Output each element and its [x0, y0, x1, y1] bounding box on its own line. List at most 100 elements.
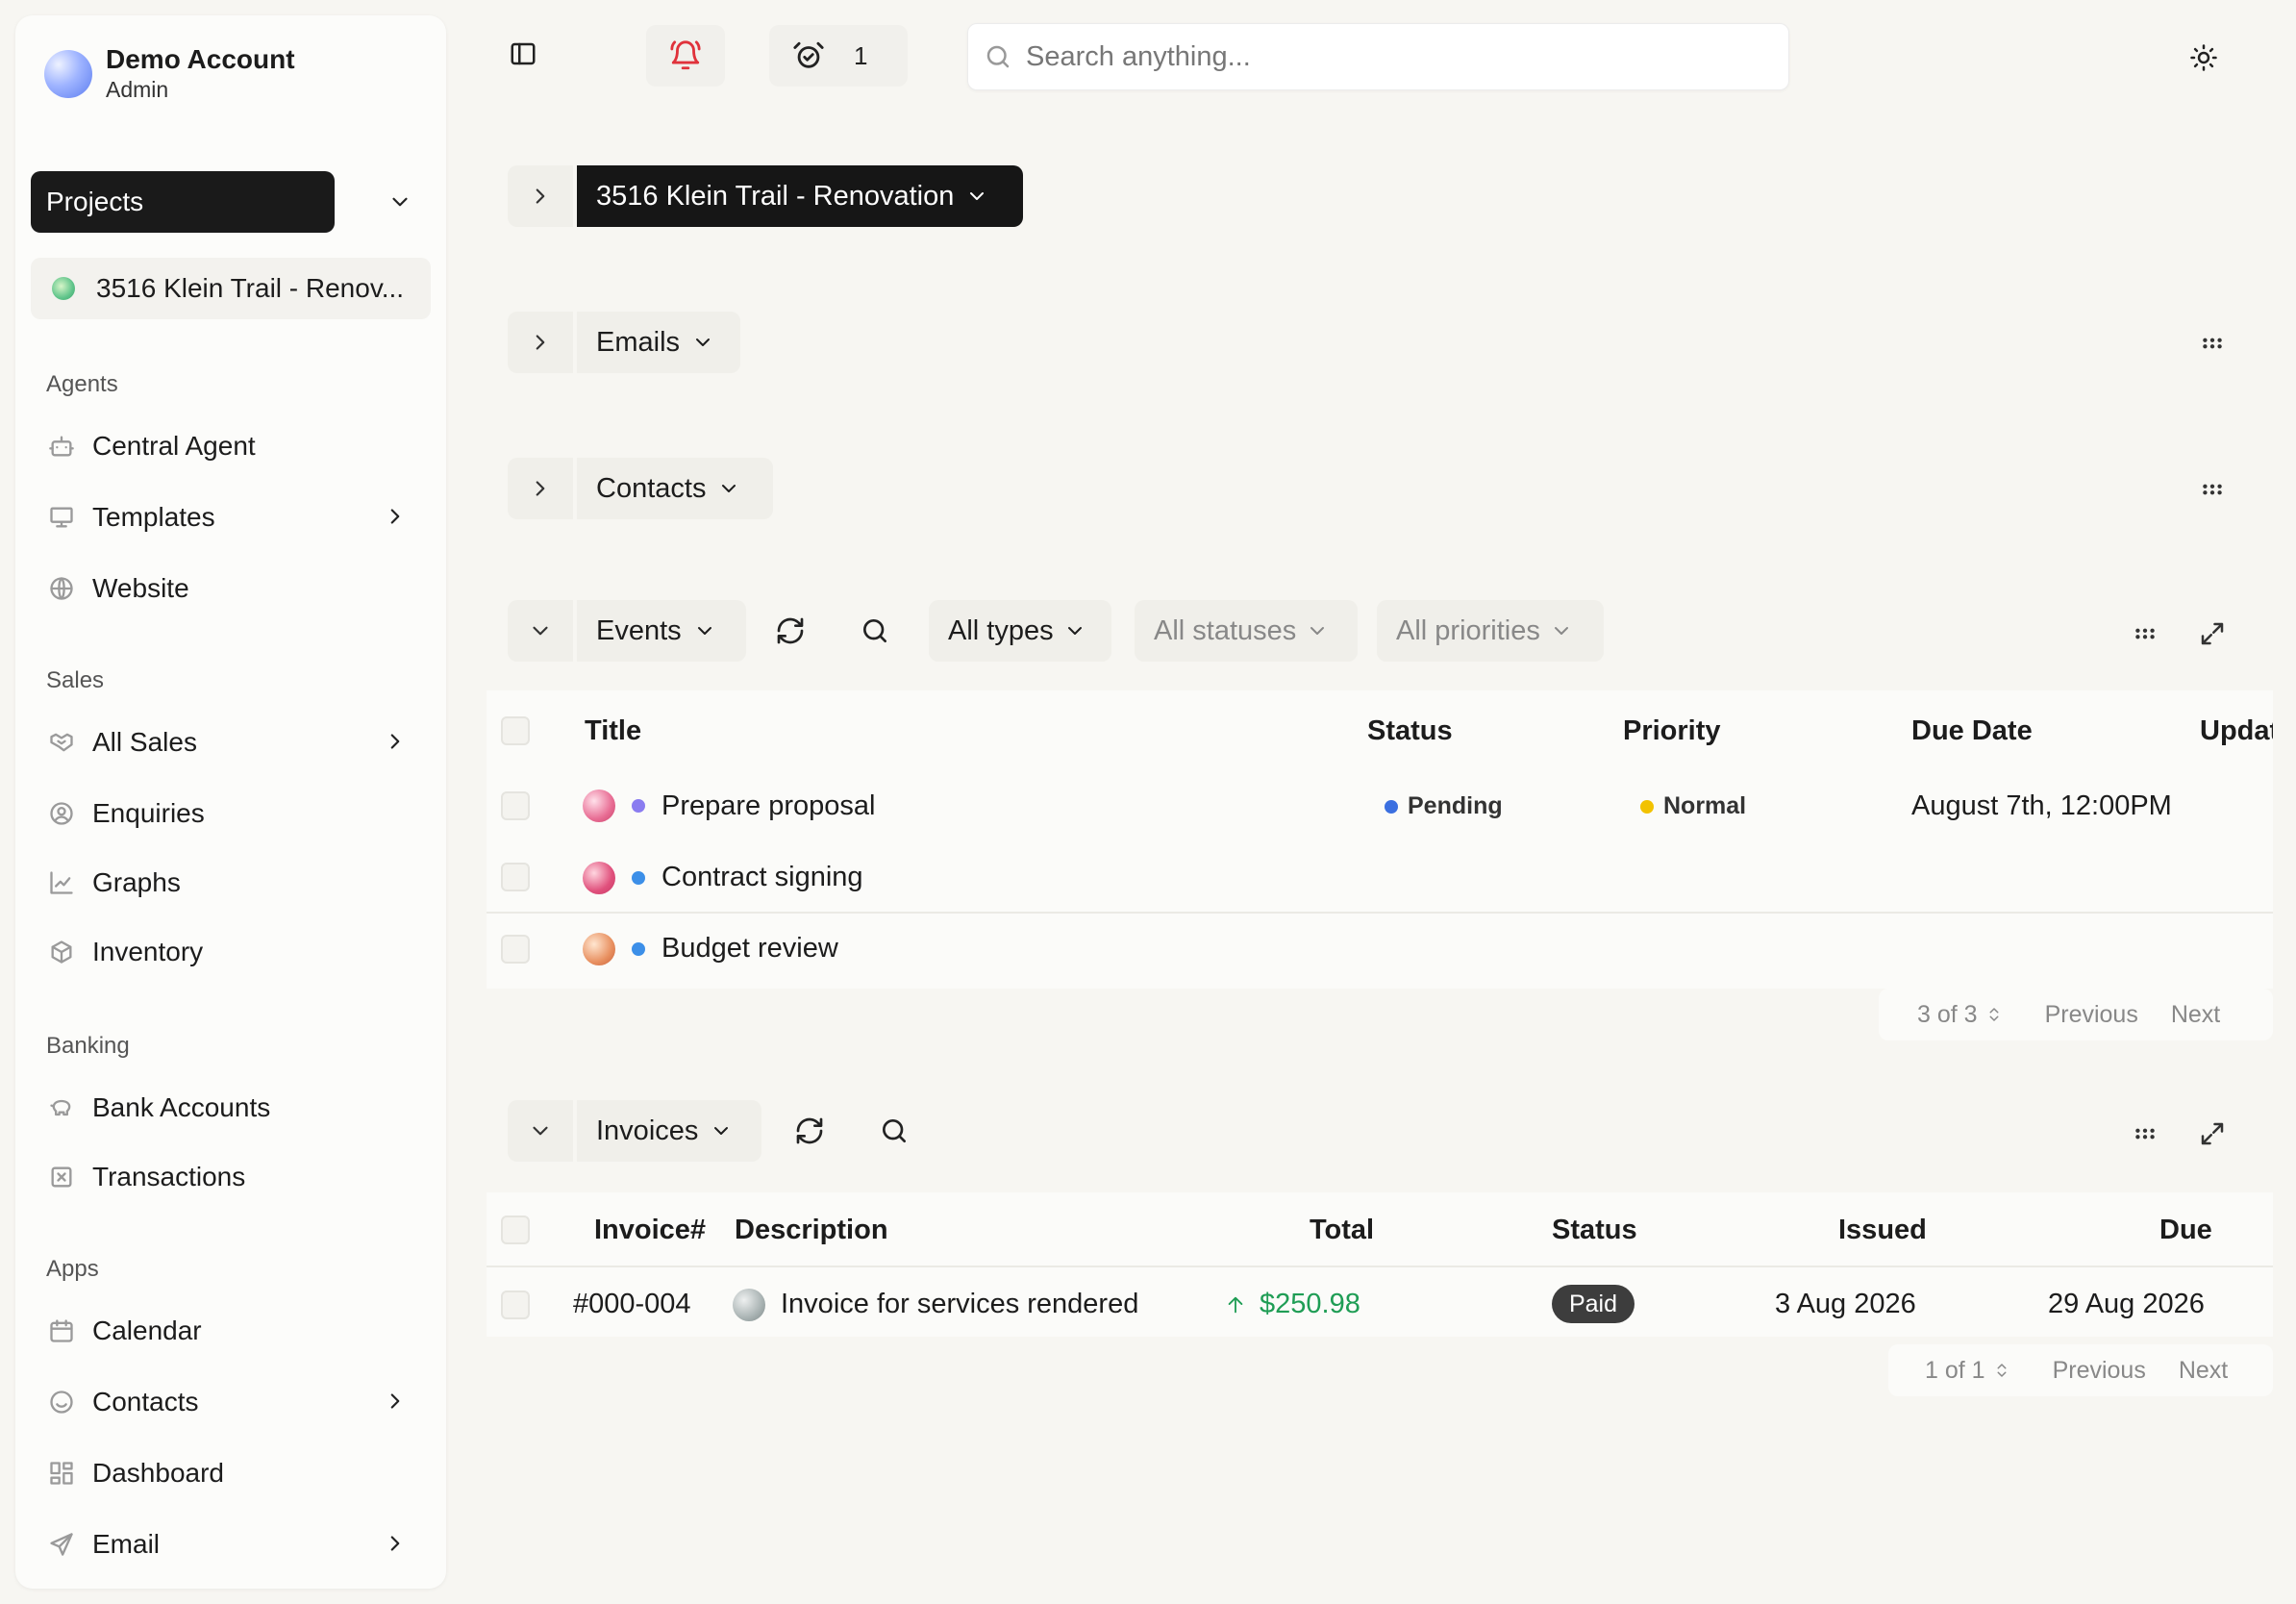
sidebar-item-enquiries[interactable]: Enquiries — [31, 785, 431, 842]
status-dot — [1385, 800, 1398, 814]
next-button[interactable]: Next — [2171, 1001, 2220, 1029]
column-header-status[interactable]: Status — [1367, 715, 1453, 747]
next-button[interactable]: Next — [2179, 1357, 2228, 1385]
project-selector[interactable]: 3516 Klein Trail - Renovation — [577, 165, 1023, 227]
contacts-grip-icon[interactable] — [2200, 477, 2225, 502]
sidebar-item-all-sales[interactable]: All Sales — [31, 714, 431, 771]
sidebar-item-graphs[interactable]: Graphs — [31, 854, 431, 912]
arrow-up-icon — [1225, 1294, 1246, 1316]
row-checkbox[interactable] — [501, 1291, 530, 1319]
select-all-checkbox[interactable] — [501, 716, 530, 745]
previous-button[interactable]: Previous — [2053, 1357, 2146, 1385]
panel-left-icon — [509, 39, 537, 68]
column-header-description[interactable]: Description — [735, 1215, 888, 1246]
sidebar-item-inventory[interactable]: Inventory — [31, 923, 431, 981]
row-checkbox[interactable] — [501, 863, 530, 891]
notifications-button[interactable] — [646, 25, 725, 87]
row-checkbox[interactable] — [501, 791, 530, 820]
piggy-bank-icon — [46, 1092, 77, 1123]
event-title[interactable]: Contract signing — [661, 862, 863, 893]
invoices-refresh-button[interactable] — [788, 1106, 831, 1156]
filter-types-label: All types — [948, 614, 1054, 646]
column-header-title[interactable]: Title — [585, 715, 641, 747]
column-header-due[interactable]: Due — [2159, 1215, 2212, 1246]
filter-statuses-select[interactable]: All statuses — [1135, 600, 1358, 662]
filter-types-select[interactable]: All types — [929, 600, 1111, 662]
sidebar-item-label: Website — [92, 573, 189, 603]
chevron-down-icon — [717, 477, 740, 500]
invoices-collapse-button[interactable] — [508, 1100, 573, 1162]
sidebar-item-label: Dashboard — [92, 1458, 224, 1488]
select-all-checkbox[interactable] — [501, 1216, 530, 1244]
project-expand-button[interactable] — [508, 165, 573, 227]
event-color-dot — [632, 871, 645, 885]
invoices-expand-icon[interactable] — [2198, 1119, 2227, 1148]
sidebar-item-bank-accounts[interactable]: Bank Accounts — [31, 1079, 431, 1137]
bot-icon — [46, 431, 77, 462]
avatar — [583, 789, 615, 822]
events-search-button[interactable] — [854, 606, 896, 656]
column-header-priority[interactable]: Priority — [1623, 715, 1721, 747]
column-header-status[interactable]: Status — [1552, 1215, 1637, 1246]
invoice-description: Invoice for services rendered — [781, 1289, 1139, 1319]
column-header-issued[interactable]: Issued — [1838, 1215, 1927, 1246]
search-icon — [984, 42, 1012, 71]
chevron-right-icon — [383, 1389, 408, 1414]
previous-button[interactable]: Previous — [2045, 1001, 2138, 1029]
sidebar-project-item[interactable]: 3516 Klein Trail - Renov... — [31, 258, 431, 319]
filter-priorities-select[interactable]: All priorities — [1377, 600, 1604, 662]
emails-grip-icon[interactable] — [2200, 331, 2225, 356]
chevrons-up-down-icon[interactable] — [1985, 1004, 2003, 1025]
sidebar-item-calendar[interactable]: Calendar — [31, 1302, 431, 1360]
projects-button[interactable]: Projects — [31, 171, 335, 233]
column-header-updated[interactable]: Updat — [2200, 715, 2273, 747]
contacts-section-selector[interactable]: Contacts — [577, 458, 773, 519]
invoice-number[interactable]: #000-004 — [573, 1289, 691, 1320]
dashboard-icon — [46, 1458, 77, 1489]
events-grip-icon[interactable] — [2133, 621, 2158, 646]
emails-section-selector[interactable]: Emails — [577, 312, 740, 373]
projects-collapse-button[interactable] — [369, 171, 431, 233]
chevrons-up-down-icon[interactable] — [1993, 1360, 2010, 1381]
sidebar-item-contacts[interactable]: Contacts — [31, 1373, 431, 1431]
event-title[interactable]: Prepare proposal — [661, 790, 875, 822]
sidebar-item-dashboard[interactable]: Dashboard — [31, 1444, 431, 1502]
priority-badge: Normal — [1663, 792, 1747, 819]
events-refresh-button[interactable] — [769, 606, 811, 656]
alarm-count: 1 — [854, 40, 868, 70]
sidebar-item-label: Contacts — [92, 1387, 199, 1416]
invoices-search-button[interactable] — [873, 1106, 915, 1156]
row-divider — [487, 912, 2273, 914]
events-collapse-button[interactable] — [508, 600, 573, 662]
sidebar-item-templates[interactable]: Templates — [31, 489, 431, 546]
account-switcher[interactable]: Demo Account Admin — [44, 44, 295, 103]
section-label-agents: Agents — [46, 371, 118, 397]
sidebar-item-central-agent[interactable]: Central Agent — [31, 417, 431, 475]
theme-toggle-button[interactable] — [2175, 29, 2233, 87]
emails-expand-button[interactable] — [508, 312, 573, 373]
invoices-label: Invoices — [596, 1115, 699, 1146]
invoices-grip-icon[interactable] — [2133, 1121, 2158, 1146]
chevron-right-icon — [528, 476, 553, 501]
search-input[interactable] — [1026, 40, 1757, 73]
events-label: Events — [596, 614, 682, 646]
events-section-selector[interactable]: Events — [577, 600, 746, 662]
page-count[interactable]: 1 of 1 — [1925, 1357, 1985, 1385]
sidebar-item-website[interactable]: Website — [31, 560, 431, 617]
search-bar[interactable] — [967, 23, 1789, 90]
project-title: 3516 Klein Trail - Renovation — [596, 180, 955, 212]
column-header-invoice[interactable]: Invoice# — [594, 1215, 706, 1246]
contacts-expand-button[interactable] — [508, 458, 573, 519]
sidebar-item-email[interactable]: Email — [31, 1516, 431, 1573]
column-header-due-date[interactable]: Due Date — [1911, 715, 2033, 747]
status-badge: Paid — [1552, 1285, 1635, 1323]
sidebar-item-transactions[interactable]: Transactions — [31, 1148, 431, 1206]
invoices-section-selector[interactable]: Invoices — [577, 1100, 761, 1162]
column-header-total[interactable]: Total — [1310, 1215, 1374, 1246]
event-title[interactable]: Budget review — [661, 933, 838, 965]
page-count[interactable]: 3 of 3 — [1917, 1001, 1978, 1029]
alarms-button[interactable]: 1 — [769, 25, 908, 87]
sidebar-toggle-button[interactable] — [496, 27, 550, 81]
row-checkbox[interactable] — [501, 935, 530, 964]
events-expand-icon[interactable] — [2198, 619, 2227, 648]
